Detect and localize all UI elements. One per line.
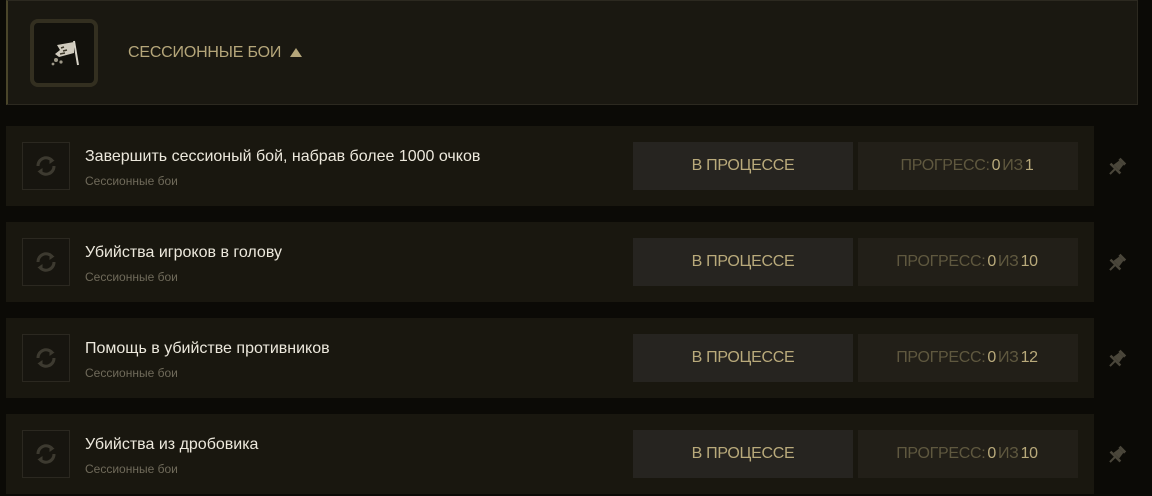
battle-flag-icon [51, 40, 79, 65]
pin-button[interactable] [1104, 442, 1130, 468]
progress-total: 12 [1020, 349, 1039, 366]
progress-indicator: ПРОГРЕСС: 0 ИЗ 10 [858, 238, 1078, 286]
refresh-icon [36, 156, 56, 176]
quest-icon-frame [22, 238, 70, 286]
quest-card: Убийства игроков в голову Сессионные бои… [6, 222, 1094, 302]
quest-icon-frame [22, 334, 70, 382]
quests-page: СЕССИОННЫЕ БОИ Завершить сессионый бой, … [0, 0, 1152, 496]
pin-icon [1109, 349, 1127, 367]
refresh-icon [36, 348, 56, 368]
quest-row: Убийства игроков в голову Сессионные бои… [6, 222, 1146, 302]
progress-indicator: ПРОГРЕСС: 0 ИЗ 10 [858, 430, 1078, 478]
status-button[interactable]: В ПРОЦЕССЕ [633, 430, 853, 478]
quest-category: Сессионные бои [85, 174, 178, 188]
progress-label: ПРОГРЕСС: [900, 157, 990, 174]
progress-label: ПРОГРЕСС: [896, 253, 986, 270]
pin-button[interactable] [1104, 346, 1130, 372]
status-button[interactable]: В ПРОЦЕССЕ [633, 334, 853, 382]
quest-title: Завершить сессионый бой, набрав более 10… [85, 148, 481, 165]
quest-title: Убийства игроков в голову [85, 244, 282, 261]
progress-indicator: ПРОГРЕСС: 0 ИЗ 1 [858, 142, 1078, 190]
quest-category: Сессионные бои [85, 270, 178, 284]
progress-current: 0 [987, 445, 996, 462]
quest-icon-frame [22, 142, 70, 190]
pin-button[interactable] [1104, 250, 1130, 276]
progress-current: 0 [987, 349, 996, 366]
progress-label: ПРОГРЕСС: [896, 349, 986, 366]
progress-of: ИЗ [997, 253, 1019, 270]
refresh-icon [36, 444, 56, 464]
pin-icon [1109, 157, 1127, 175]
category-header: СЕССИОННЫЕ БОИ [6, 0, 1138, 105]
status-button[interactable]: В ПРОЦЕССЕ [633, 238, 853, 286]
quest-icon-frame [22, 430, 70, 478]
quest-row: Убийства из дробовика Сессионные бои В П… [6, 414, 1146, 494]
progress-of: ИЗ [1002, 157, 1023, 174]
quest-list: Завершить сессионый бой, набрав более 10… [6, 126, 1146, 496]
progress-total: 10 [1020, 253, 1039, 270]
category-title: СЕССИОННЫЕ БОИ [128, 43, 282, 61]
caret-up-icon [290, 48, 303, 57]
quest-card: Убийства из дробовика Сессионные бои В П… [6, 414, 1094, 494]
pin-icon [1109, 253, 1127, 271]
category-toggle[interactable]: СЕССИОННЫЕ БОИ [128, 43, 303, 62]
pin-button[interactable] [1104, 154, 1130, 180]
quest-title: Помощь в убийстве противников [85, 340, 330, 357]
category-icon-frame [30, 18, 98, 87]
progress-indicator: ПРОГРЕСС: 0 ИЗ 12 [858, 334, 1078, 382]
progress-label: ПРОГРЕСС: [896, 445, 986, 462]
progress-current: 0 [991, 157, 1001, 174]
status-button[interactable]: В ПРОЦЕССЕ [633, 142, 853, 190]
progress-current: 0 [987, 253, 996, 270]
progress-total: 1 [1024, 157, 1034, 174]
pin-icon [1109, 445, 1127, 463]
progress-of: ИЗ [997, 349, 1019, 366]
quest-card: Помощь в убийстве противников Сессионные… [6, 318, 1094, 398]
quest-row: Помощь в убийстве противников Сессионные… [6, 318, 1146, 398]
quest-title: Убийства из дробовика [85, 436, 259, 453]
refresh-icon [36, 252, 56, 272]
progress-total: 10 [1020, 445, 1039, 462]
progress-of: ИЗ [997, 445, 1019, 462]
quest-category: Сессионные бои [85, 462, 178, 476]
quest-row: Завершить сессионый бой, набрав более 10… [6, 126, 1146, 206]
quest-category: Сессионные бои [85, 366, 178, 380]
quest-card: Завершить сессионый бой, набрав более 10… [6, 126, 1094, 206]
